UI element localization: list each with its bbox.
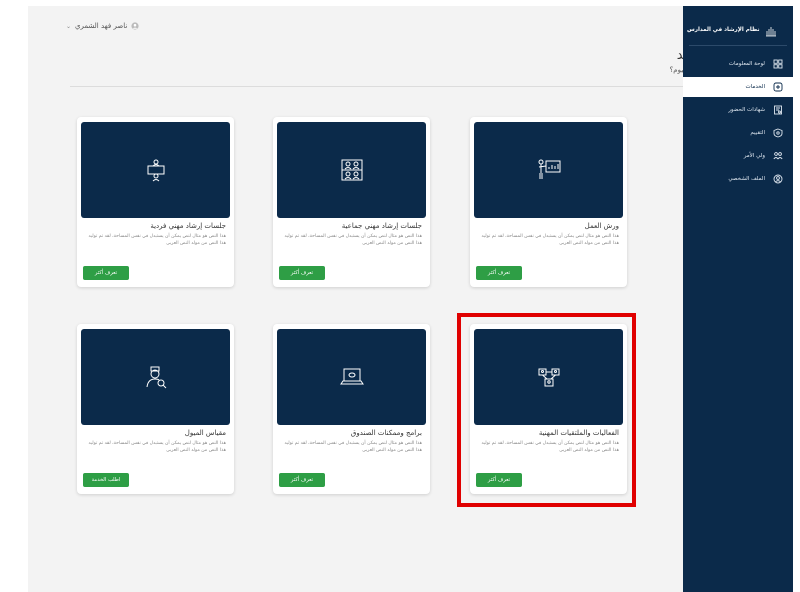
card-title: جلسات إرشاد مهني جماعية	[341, 222, 422, 230]
sidebar-item-dashboard[interactable]: لوحة المعلومات	[683, 54, 793, 74]
card-image	[81, 122, 230, 218]
divider	[70, 86, 732, 87]
user-search-icon	[146, 366, 166, 389]
parent-icon	[773, 151, 783, 161]
card-description: هذا النص هو مثال لنص يمكن أن يستبدل في ن…	[88, 234, 226, 246]
service-card-workshops: ورش العمل هذا النص هو مثال لنص يمكن أن ي…	[470, 117, 627, 287]
card-title: ورش العمل	[584, 222, 619, 230]
sidebar-item-label: الملف الشخصي	[728, 176, 765, 182]
sidebar-item-label: الخدمات	[745, 84, 765, 90]
sidebar-item-profile[interactable]: الملف الشخصي	[683, 169, 793, 189]
grid-icon	[773, 59, 783, 69]
network-icon	[538, 368, 559, 387]
request-service-button[interactable]: اطلب الخدمة	[83, 473, 129, 487]
individual-session-icon	[147, 159, 164, 182]
card-image	[277, 122, 426, 218]
profile-icon	[773, 174, 783, 184]
card-image	[474, 122, 623, 218]
card-title: جلسات إرشاد مهني فردية	[150, 222, 226, 230]
card-description: هذا النص هو مثال لنص يمكن أن يستبدل في ن…	[284, 441, 422, 453]
card-description: هذا النص هو مثال لنص يمكن أن يستبدل في ن…	[481, 234, 619, 246]
card-description: هذا النص هو مثال لنص يمكن أن يستبدل في ن…	[284, 234, 422, 246]
sidebar-item-label: ولي الأمر	[743, 153, 765, 159]
sidebar-item-certificates[interactable]: شهادات الحضور	[683, 100, 793, 120]
laptop-icon	[339, 368, 364, 385]
card-description: هذا النص هو مثال لنص يمكن أن يستبدل في ن…	[481, 441, 619, 453]
service-card-fund-programs: برامج وممكنات الصندوق هذا النص هو مثال ل…	[273, 324, 430, 494]
service-card-interest-scale: مقياس الميول هذا النص هو مثال لنص يمكن أ…	[77, 324, 234, 494]
brand: نظام الإرشاد في المدارس	[687, 16, 787, 44]
sidebar-item-parent[interactable]: ولي الأمر	[683, 146, 793, 166]
card-title: الفعاليات والملتقيات المهنية	[538, 429, 619, 437]
learn-more-button[interactable]: تعرف أكثر	[279, 473, 325, 487]
sidebar-item-label: لوحة المعلومات	[728, 61, 765, 67]
user-menu[interactable]: ناصر فهد الشمري ⌄	[66, 22, 139, 30]
certificate-icon	[773, 105, 783, 115]
chevron-down-icon: ⌄	[66, 22, 72, 30]
card-title: مقياس الميول	[184, 429, 226, 437]
brand-title: نظام الإرشاد في المدارس	[687, 27, 760, 33]
sidebar-item-label: التقييم	[750, 130, 765, 136]
service-card-events: الفعاليات والملتقيات المهنية هذا النص هو…	[470, 324, 627, 494]
user-name: ناصر فهد الشمري	[75, 22, 128, 30]
learn-more-button[interactable]: تعرف أكثر	[476, 473, 522, 487]
rating-icon	[773, 128, 783, 138]
service-card-group-counseling: جلسات إرشاد مهني جماعية هذا النص هو مثال…	[273, 117, 430, 287]
card-title: برامج وممكنات الصندوق	[350, 429, 422, 437]
app-window: ناصر فهد الشمري ⌄ مرحبا فهد عن ماذا تبحث…	[0, 0, 800, 592]
sidebar-item-label: شهادات الحضور	[728, 107, 765, 113]
learn-more-button[interactable]: تعرف أكثر	[83, 266, 129, 280]
sidebar-item-services[interactable]: الخدمات	[683, 77, 793, 97]
service-card-individual-counseling: جلسات إرشاد مهني فردية هذا النص هو مثال …	[77, 117, 234, 287]
logo-icon	[764, 23, 778, 37]
card-image	[474, 329, 623, 425]
divider	[689, 45, 787, 46]
card-description: هذا النص هو مثال لنص يمكن أن يستبدل في ن…	[88, 441, 226, 453]
learn-more-button[interactable]: تعرف أكثر	[279, 266, 325, 280]
presentation-icon	[538, 159, 560, 179]
learn-more-button[interactable]: تعرف أكثر	[476, 266, 522, 280]
card-image	[81, 329, 230, 425]
sidebar: نظام الإرشاد في المدارس لوحة المعلومات ا…	[683, 6, 793, 592]
main-content: ناصر فهد الشمري ⌄	[28, 6, 683, 592]
sidebar-nav: لوحة المعلومات الخدمات شهادات الحضور الت…	[683, 54, 793, 192]
card-image	[277, 329, 426, 425]
services-icon	[773, 82, 783, 92]
sidebar-item-rating[interactable]: التقييم	[683, 123, 793, 143]
user-avatar-icon	[131, 22, 139, 30]
group-session-icon	[341, 159, 362, 181]
